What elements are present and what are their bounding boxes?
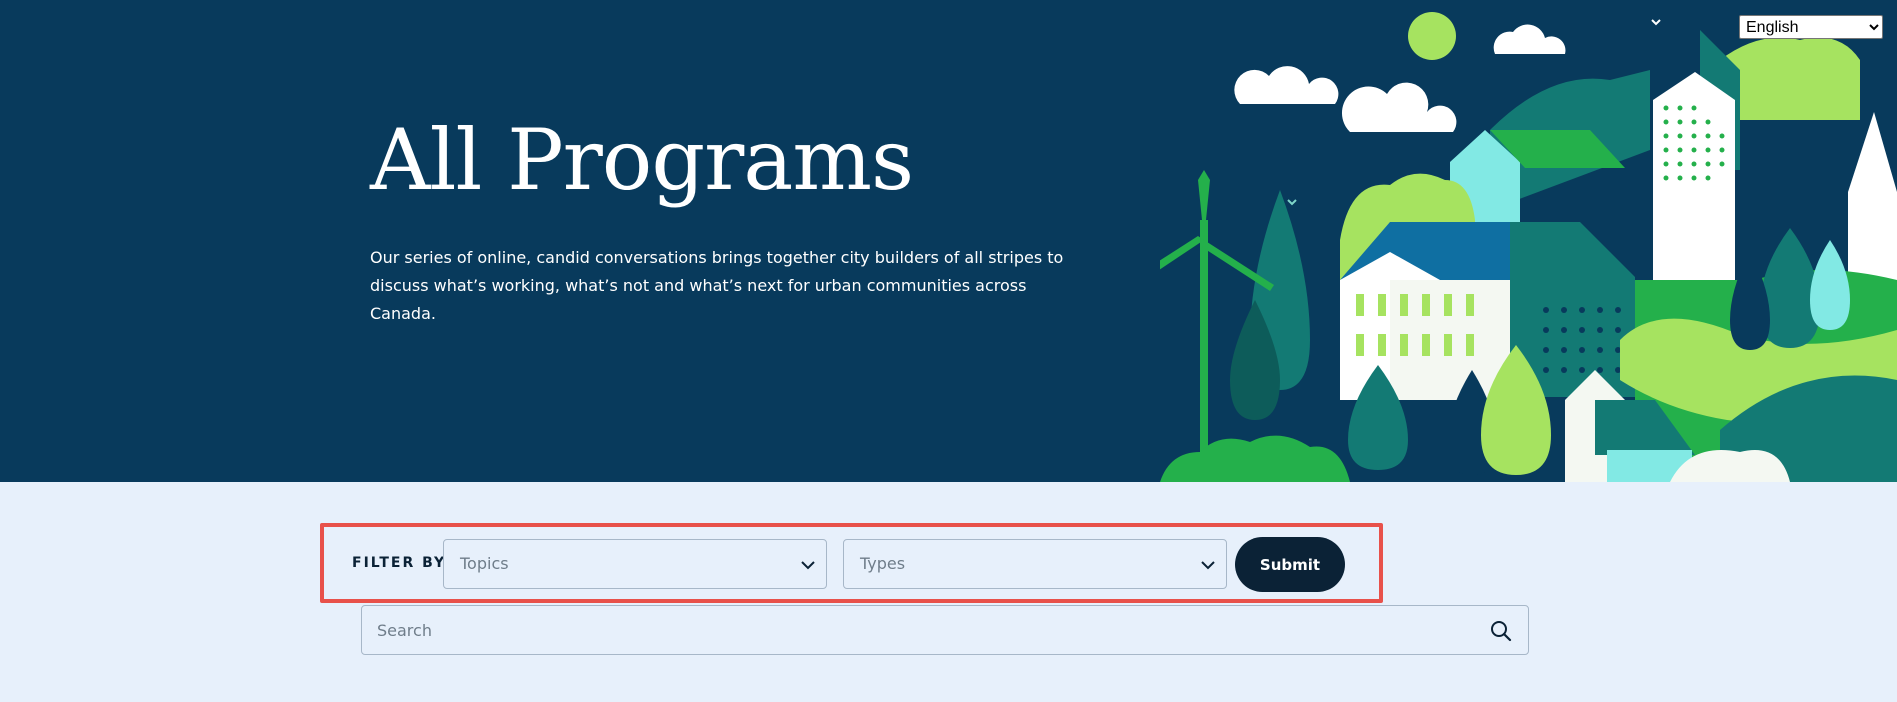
search-icon[interactable]: [1490, 620, 1512, 642]
cloud-shape: [1493, 24, 1566, 54]
page-description: Our series of online, candid conversatio…: [370, 248, 1064, 323]
filter-label: FILTER BY: [352, 555, 447, 571]
building-shape: [1653, 72, 1735, 290]
tree-shape: [1810, 240, 1850, 330]
bird-shape: [1287, 199, 1297, 206]
hill-shape: [1720, 37, 1860, 120]
turbine-shape: [1200, 220, 1208, 480]
cloud-shape: [1234, 66, 1339, 104]
sun-shape: [1408, 12, 1456, 60]
chevron-down-icon: [1201, 561, 1215, 570]
turbine-shape: [1160, 236, 1204, 270]
cloud-shape: [1341, 82, 1457, 132]
city-illustration: [1160, 12, 1897, 482]
bird-shape: [1651, 19, 1661, 26]
search-input[interactable]: [363, 607, 1473, 653]
types-placeholder: Types: [860, 554, 906, 573]
tree-shape: [1730, 250, 1770, 350]
page-title: All Programs: [370, 111, 914, 209]
topics-select[interactable]: Topics: [443, 539, 827, 589]
topics-placeholder: Topics: [460, 554, 509, 573]
chevron-down-icon: [801, 561, 815, 570]
bush-shape: [1160, 435, 1350, 482]
search-box: [361, 605, 1529, 655]
turbine-shape: [1198, 170, 1210, 240]
types-select[interactable]: Types: [843, 539, 1227, 589]
submit-button[interactable]: Submit: [1235, 537, 1345, 592]
hero-banner: All Programs Our series of online, candi…: [0, 0, 1897, 482]
language-select[interactable]: English: [1739, 15, 1883, 39]
